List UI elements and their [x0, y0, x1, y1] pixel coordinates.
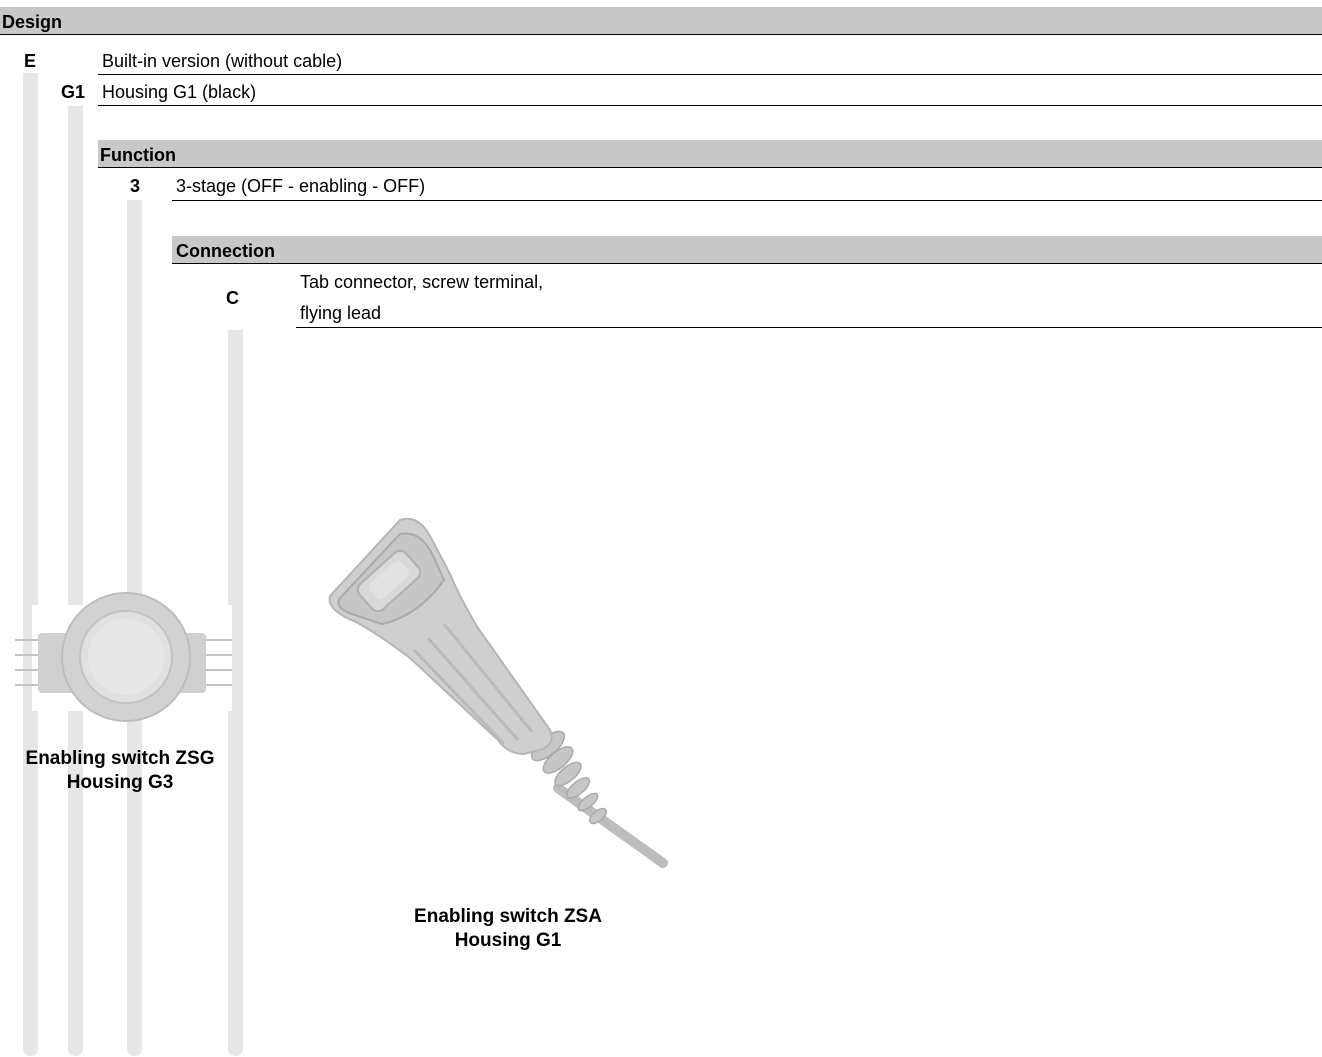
- design-text-g1: Housing G1 (black): [102, 82, 257, 102]
- guide-stripe-design: [23, 73, 38, 1056]
- design-rule-g1: [98, 105, 1322, 106]
- connection-text-line2: flying lead: [300, 303, 382, 323]
- function-code-3: 3: [130, 176, 141, 196]
- design-code-e: E: [24, 51, 37, 71]
- zsa-caption-line1: Enabling switch ZSA: [414, 906, 602, 927]
- zsg-caption-line2: Housing G3: [66, 772, 174, 793]
- function-heading: Function: [100, 145, 176, 165]
- switch-zsa-icon: [328, 517, 668, 868]
- function-rule-3: [172, 200, 1322, 201]
- guide-stripe-housing: [68, 106, 83, 1056]
- zsa-caption: Enabling switch ZSA Housing G1: [380, 905, 636, 953]
- zsa-caption-line2: Housing G1: [454, 930, 562, 951]
- connection-heading: Connection: [176, 241, 275, 261]
- function-header: Function: [98, 140, 1322, 168]
- switch-zsg-icon: [15, 592, 232, 722]
- connection-header: Connection: [172, 236, 1322, 264]
- function-text-3: 3-stage (OFF - enabling - OFF): [176, 176, 426, 196]
- design-text-e: Built-in version (without cable): [102, 51, 343, 71]
- design-header: Design: [0, 7, 1322, 35]
- zsg-caption: Enabling switch ZSG Housing G3: [0, 747, 240, 795]
- connection-rule-c: [296, 327, 1322, 328]
- connection-text-line1: Tab connector, screw terminal,: [300, 272, 544, 292]
- design-heading: Design: [2, 12, 63, 32]
- connection-code-c: C: [226, 288, 239, 308]
- zsg-caption-line1: Enabling switch ZSG: [25, 748, 215, 769]
- design-code-g1: G1: [61, 82, 86, 102]
- design-rule-e: [98, 74, 1322, 75]
